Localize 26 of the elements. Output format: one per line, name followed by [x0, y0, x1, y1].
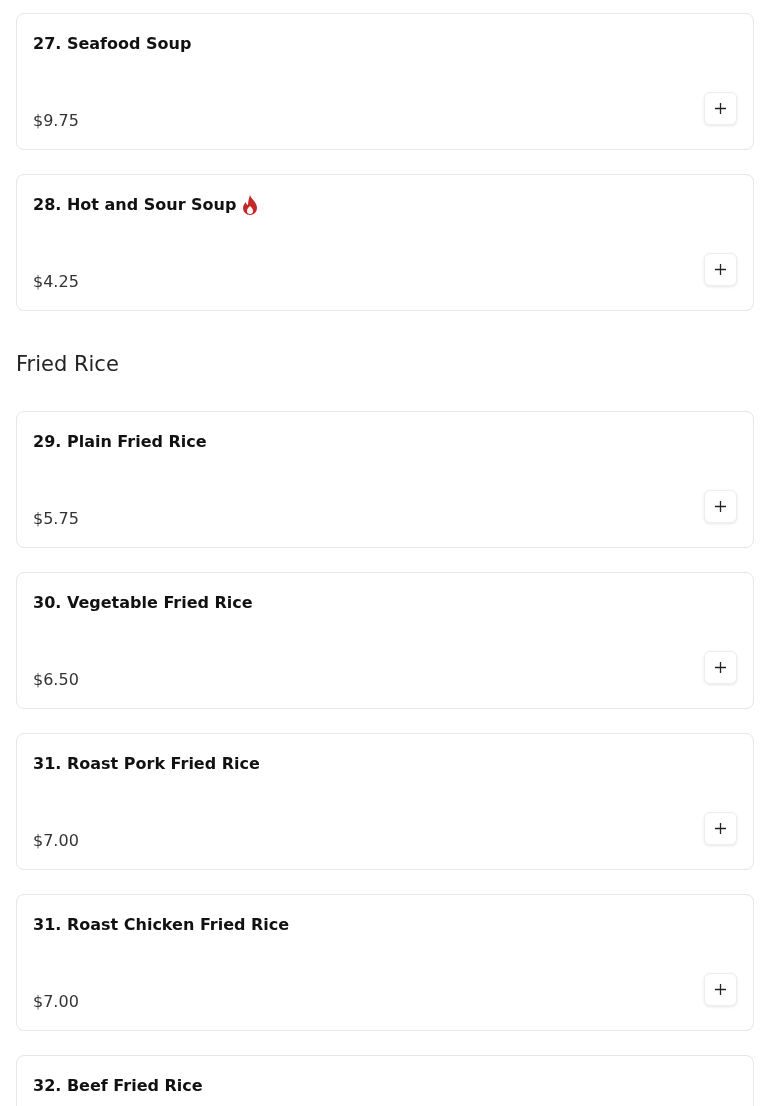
- plus-icon: [715, 662, 726, 673]
- item-name: 31. Roast Chicken Fried Rice: [33, 914, 290, 936]
- add-button[interactable]: [704, 651, 737, 684]
- add-button[interactable]: [704, 253, 737, 286]
- add-button[interactable]: [704, 92, 737, 125]
- plus-icon: [715, 103, 726, 114]
- add-button[interactable]: [704, 812, 737, 845]
- item-price: $7.00: [33, 991, 79, 1013]
- item-price: $7.00: [33, 830, 79, 852]
- item-name: 28. Hot and Sour Soup: [33, 194, 237, 216]
- item-price: $6.50: [33, 669, 79, 691]
- item-name: 31. Roast Pork Fried Rice: [33, 753, 260, 775]
- add-button[interactable]: [704, 490, 737, 523]
- plus-icon: [715, 264, 726, 275]
- section-heading: Fried Rice: [16, 351, 119, 378]
- plus-icon: [715, 984, 726, 995]
- plus-icon: [715, 501, 726, 512]
- item-price: $5.75: [33, 508, 79, 530]
- item-name: 29. Plain Fried Rice: [33, 431, 207, 453]
- item-name: 30. Vegetable Fried Rice: [33, 592, 253, 614]
- plus-icon: [715, 823, 726, 834]
- add-button[interactable]: [704, 973, 737, 1006]
- item-name: 32. Beef Fried Rice: [33, 1075, 203, 1097]
- item-name: 27. Seafood Soup: [33, 33, 192, 55]
- item-price: $9.75: [33, 110, 79, 132]
- item-price: $4.25: [33, 271, 79, 293]
